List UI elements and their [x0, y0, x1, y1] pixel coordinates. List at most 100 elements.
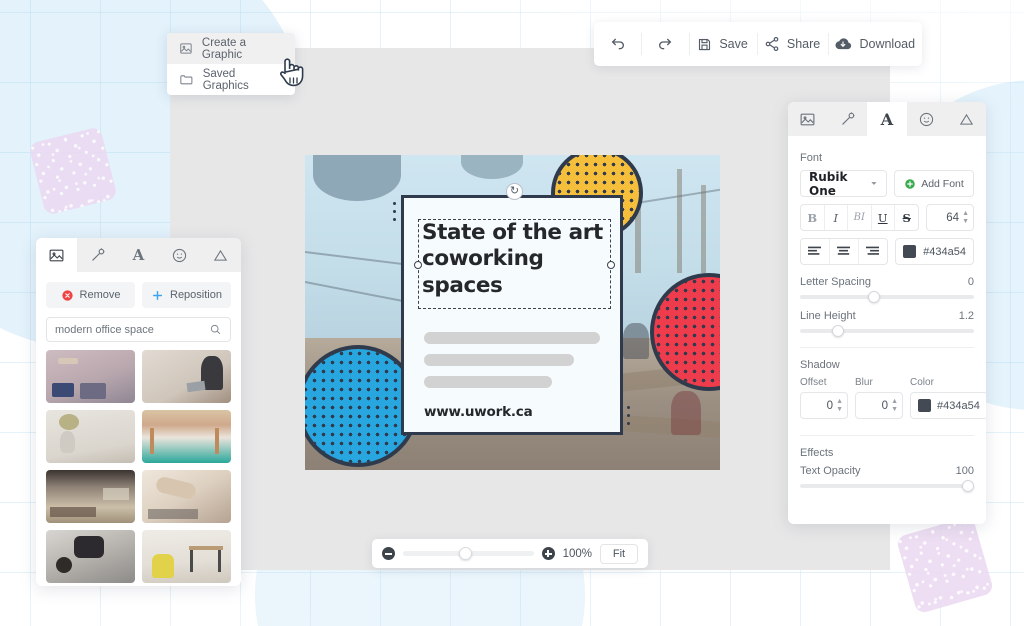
- zoom-slider-knob[interactable]: [459, 547, 472, 560]
- undo-icon: [610, 36, 626, 52]
- shadow-offset-stepper[interactable]: 0 ▲ ▼: [800, 392, 848, 419]
- thumbnail-busy-coworking-hall[interactable]: [46, 470, 135, 523]
- placeholder-bar: [424, 332, 600, 344]
- letter-spacing-row: Letter Spacing 0: [800, 276, 974, 288]
- zoom-out-button[interactable]: [382, 547, 395, 560]
- remove-icon: [61, 289, 74, 302]
- share-label: Share: [787, 37, 820, 51]
- reposition-button[interactable]: Reposition: [142, 282, 231, 308]
- remove-button[interactable]: Remove: [46, 282, 135, 308]
- align-right-button[interactable]: [859, 239, 888, 264]
- image-search-field[interactable]: modern office space: [46, 317, 231, 342]
- plus-icon: [151, 289, 164, 302]
- tab-effects[interactable]: [828, 102, 868, 136]
- tab-text[interactable]: A: [118, 238, 159, 272]
- font-size-stepper[interactable]: 64 ▲ ▼: [926, 204, 974, 231]
- image-icon: [179, 41, 193, 56]
- strikethrough-button[interactable]: S: [895, 205, 918, 230]
- italic-button[interactable]: I: [825, 205, 849, 230]
- stepper-up-icon[interactable]: ▲: [962, 210, 969, 217]
- letter-spacing-slider[interactable]: [800, 295, 974, 299]
- tab-emoji[interactable]: [907, 102, 947, 136]
- shadow-offset-label: Offset: [800, 377, 848, 388]
- left-panel-tabs: A: [36, 238, 241, 272]
- placeholder-bar: [424, 354, 574, 366]
- tab-emoji[interactable]: [159, 238, 200, 272]
- thumbnail-woman-working-laptop[interactable]: [142, 350, 231, 403]
- thumbnail-vase-with-flowers[interactable]: [46, 410, 135, 463]
- redo-button[interactable]: [641, 22, 688, 66]
- menu-item-label: Create a Graphic: [202, 37, 283, 61]
- shadow-color-picker[interactable]: #434a54: [910, 392, 986, 419]
- align-center-button[interactable]: [830, 239, 859, 264]
- line-height-row: Line Height 1.2: [800, 310, 974, 322]
- bold-button[interactable]: B: [801, 205, 825, 230]
- stepper-up-icon[interactable]: ▲: [836, 398, 843, 405]
- effects-section-label: Effects: [800, 447, 974, 459]
- zoom-in-button[interactable]: [542, 547, 555, 560]
- image-results-grid: [46, 350, 231, 583]
- emoji-icon: [918, 111, 935, 128]
- tab-text[interactable]: A: [867, 102, 907, 136]
- save-label: Save: [719, 37, 748, 51]
- text-opacity-knob[interactable]: [962, 480, 974, 492]
- tab-shapes[interactable]: [946, 102, 986, 136]
- text-color-swatch: [903, 245, 916, 258]
- save-button[interactable]: Save: [689, 22, 757, 66]
- line-height-slider[interactable]: [800, 329, 974, 333]
- stepper-arrows[interactable]: ▲ ▼: [891, 398, 898, 413]
- add-font-label: Add Font: [921, 178, 964, 190]
- letter-spacing-label: Letter Spacing: [800, 276, 871, 288]
- tab-images[interactable]: [788, 102, 828, 136]
- undo-button[interactable]: [594, 22, 641, 66]
- stepper-up-icon[interactable]: ▲: [891, 398, 898, 405]
- redo-icon: [657, 36, 673, 52]
- design-artboard[interactable]: State of the art coworking spaces www.uw…: [305, 155, 720, 470]
- zoom-slider[interactable]: [403, 551, 534, 556]
- tab-images[interactable]: [36, 238, 77, 272]
- fit-button[interactable]: Fit: [600, 544, 638, 564]
- magic-wand-icon: [89, 247, 106, 264]
- search-input[interactable]: modern office space: [55, 324, 209, 336]
- add-font-button[interactable]: Add Font: [894, 170, 974, 197]
- stepper-arrows[interactable]: ▲ ▼: [836, 398, 843, 413]
- letter-spacing-knob[interactable]: [868, 291, 880, 303]
- image-panel: A Remove Repositio: [36, 238, 241, 586]
- thumbnail-create-mural-wall[interactable]: [142, 410, 231, 463]
- stepper-down-icon[interactable]: ▼: [891, 406, 898, 413]
- thumbnail-coffee-cup-on-table[interactable]: [46, 530, 135, 583]
- stepper-down-icon[interactable]: ▼: [836, 406, 843, 413]
- shadow-color-group: Color #434a54: [910, 377, 986, 419]
- thumbnail-cafe-interior-chairs[interactable]: [46, 350, 135, 403]
- shadow-color-label: Color: [910, 377, 986, 388]
- url-text[interactable]: www.uwork.ca: [424, 404, 533, 420]
- bold-italic-button[interactable]: BI: [848, 205, 872, 230]
- resize-handle-left[interactable]: [414, 261, 422, 269]
- shadow-blur-stepper[interactable]: 0 ▲ ▼: [855, 392, 903, 419]
- align-left-button[interactable]: [801, 239, 830, 264]
- text-selection-box[interactable]: [418, 219, 611, 309]
- stepper-down-icon[interactable]: ▼: [962, 218, 969, 225]
- share-button[interactable]: Share: [757, 22, 828, 66]
- tab-shapes[interactable]: [200, 238, 241, 272]
- align-center-icon: [837, 246, 850, 257]
- save-icon: [697, 37, 712, 52]
- thumbnail-handshake-over-desk[interactable]: [142, 470, 231, 523]
- text-opacity-slider[interactable]: [800, 484, 974, 488]
- resize-handle-right[interactable]: [607, 261, 615, 269]
- tab-effects[interactable]: [77, 238, 118, 272]
- shadow-color-swatch: [918, 399, 931, 412]
- text-icon: A: [881, 110, 893, 129]
- download-button[interactable]: Download: [828, 22, 923, 66]
- text-icon: A: [133, 246, 145, 264]
- text-color-picker[interactable]: #434a54: [895, 238, 974, 265]
- zoom-percentage: 100%: [563, 548, 592, 560]
- stepper-arrows[interactable]: ▲ ▼: [962, 210, 969, 225]
- search-icon[interactable]: [209, 323, 222, 336]
- font-family-select[interactable]: Rubik One: [800, 170, 887, 197]
- underline-button[interactable]: U: [872, 205, 896, 230]
- thumbnail-yellow-chair-desk[interactable]: [142, 530, 231, 583]
- magic-wand-icon: [839, 111, 856, 128]
- line-height-knob[interactable]: [832, 325, 844, 337]
- text-color-value: #434a54: [923, 246, 966, 258]
